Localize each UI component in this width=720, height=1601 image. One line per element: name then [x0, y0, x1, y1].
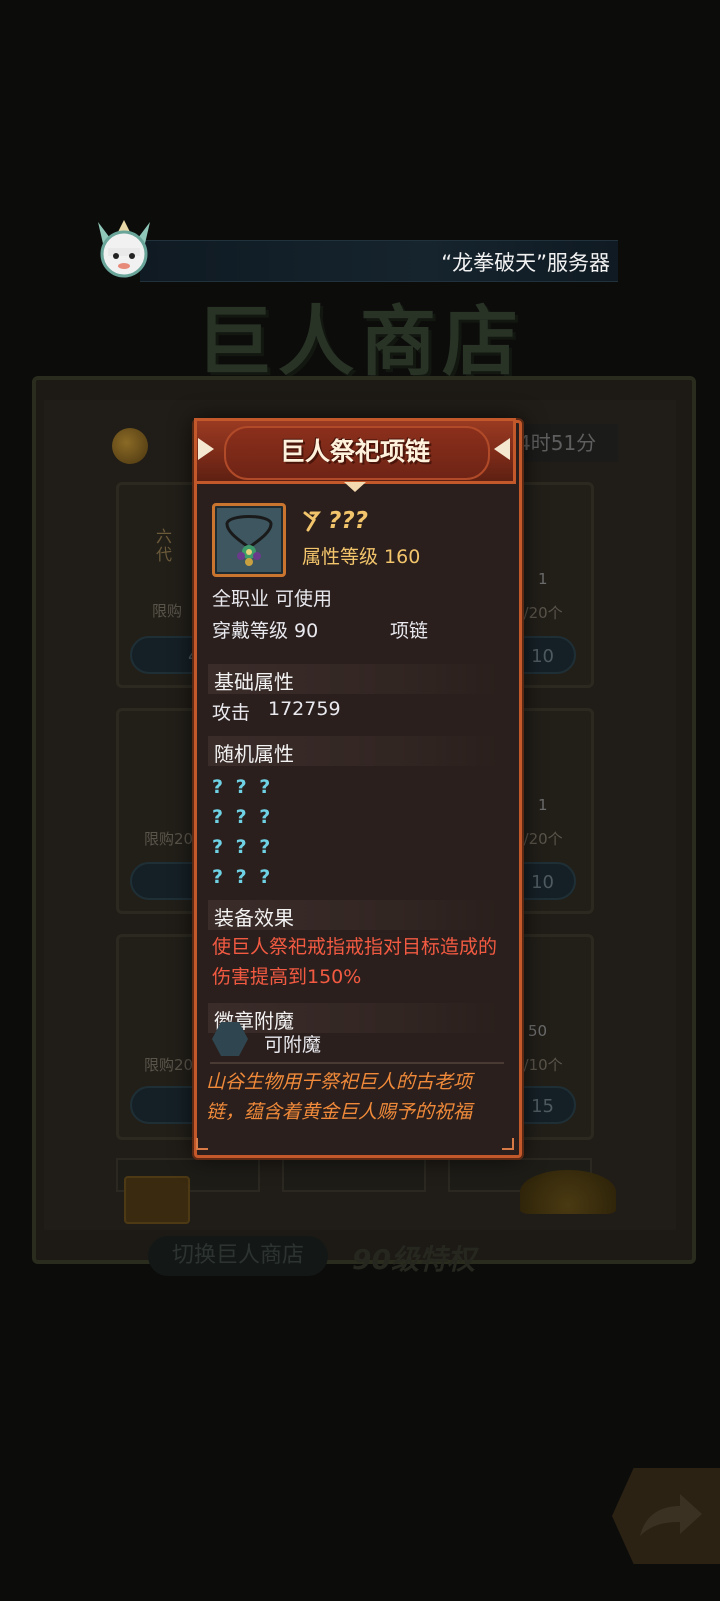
apple-currency-icon [112, 428, 148, 464]
left-badge: 六代 [156, 527, 173, 564]
item-name: ??? [328, 508, 369, 534]
section-equip-effect: 装备效果 [208, 900, 500, 930]
section-title: 随机属性 [214, 742, 294, 766]
section-base-attributes: 基础属性 [208, 664, 500, 694]
wear-level: 穿戴等级 90 [212, 620, 319, 642]
ticker-text: “龙拳破天”服务器 [441, 251, 610, 275]
item-count: 1 [538, 570, 548, 588]
enchant-status: 可附魔 [264, 1034, 322, 1056]
section-title: 基础属性 [214, 670, 294, 694]
switch-shop-button[interactable]: 切换巨人商店 [148, 1236, 328, 1276]
section-random-attributes: 随机属性 [208, 736, 500, 766]
random-stat: ? ? ? [212, 776, 274, 798]
header-notch-icon [344, 482, 366, 492]
item-name-row: ??? [302, 508, 368, 534]
treasure-chest-icon[interactable] [124, 1176, 190, 1224]
item-count: 50 [528, 1022, 548, 1040]
prev-item-arrow-icon[interactable] [198, 438, 214, 460]
base-stat-label: 攻击 [212, 702, 251, 724]
corner-ornament [196, 1138, 208, 1150]
price-value: 10 [531, 872, 554, 893]
limit-label: 限购20 [144, 830, 194, 848]
shop-title: 巨人商店 [196, 297, 524, 386]
slot-type: 项链 [390, 620, 429, 642]
refresh-timer: 4时51分 [512, 424, 618, 462]
price-value: 10 [531, 646, 554, 667]
item-count: 1 [538, 796, 548, 814]
corner-ornament [502, 1138, 514, 1150]
attribute-level: 属性等级 160 [302, 546, 421, 568]
price-value: 15 [531, 1096, 554, 1117]
necklace-item-icon [212, 503, 286, 577]
divider [210, 1062, 504, 1064]
random-stat: ? ? ? [212, 806, 274, 828]
section-title: 装备效果 [214, 906, 294, 930]
next-item-arrow-icon[interactable] [494, 438, 510, 460]
gold-pile-icon [520, 1170, 616, 1214]
base-stat-value: 172759 [268, 698, 341, 720]
equip-effect-text: 使巨人祭祀戒指戒指对目标造成的伤害提高到150% [212, 936, 498, 988]
section-badge-enchant: 徽章附魔 [208, 1003, 500, 1033]
limit-label: 限购 [152, 602, 183, 620]
class-requirement: 全职业 可使用 [212, 588, 333, 610]
flavor-text: 山谷生物用于祭祀巨人的古老项链，蕴含着黄金巨人赐予的祝福 [206, 1071, 473, 1123]
privilege-label: 90级特权 [352, 1243, 475, 1276]
weapon-type-icon [303, 511, 322, 532]
share-arrow-icon [640, 1494, 702, 1536]
shop-card [282, 1158, 426, 1192]
limit-label: 限购20 [144, 1056, 194, 1074]
mascot-icon [98, 220, 150, 278]
random-stat: ? ? ? [212, 866, 274, 888]
random-stat: ? ? ? [212, 836, 274, 858]
dialog-title: 巨人祭祀项链 [279, 437, 430, 466]
announcement-ticker: “龙拳破天”服务器 [140, 240, 618, 282]
